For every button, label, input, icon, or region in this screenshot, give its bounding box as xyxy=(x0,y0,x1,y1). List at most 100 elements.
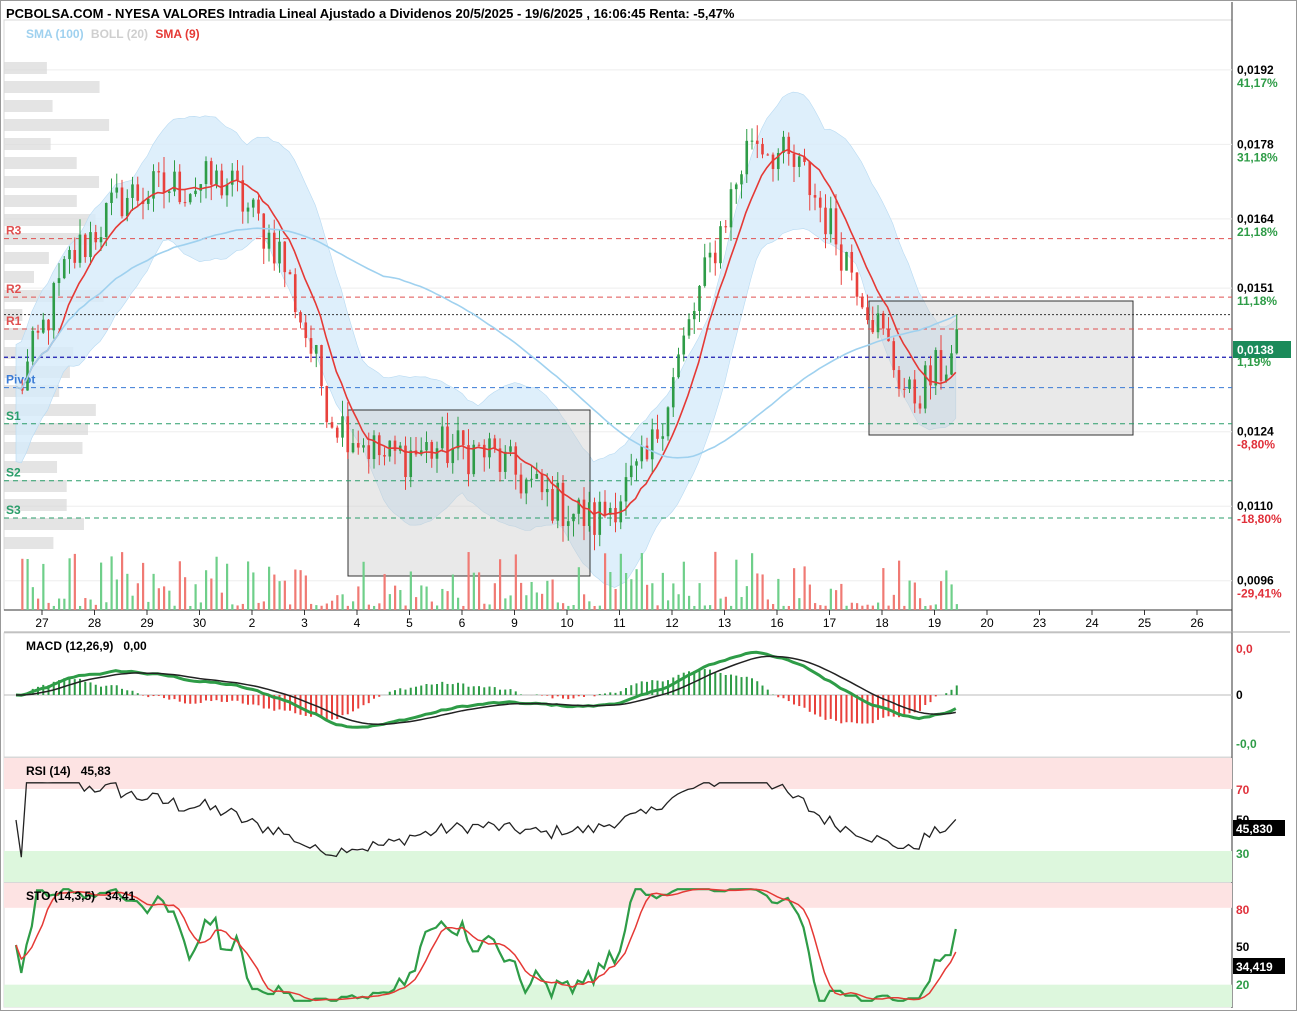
volume-bar xyxy=(635,569,638,610)
volume-bar xyxy=(357,586,360,610)
x-tick-label: 17 xyxy=(823,616,837,630)
macd-histogram-bar xyxy=(304,695,307,716)
volume-bar xyxy=(614,588,617,610)
macd-histogram-bar xyxy=(231,695,234,701)
x-tick-label: 26 xyxy=(1190,616,1204,630)
candle-body xyxy=(99,237,103,243)
volume-bar xyxy=(719,598,722,610)
candle-body xyxy=(524,479,528,494)
candle-body xyxy=(587,502,591,526)
macd-histogram-bar xyxy=(835,695,837,721)
macd-histogram-bar xyxy=(866,695,869,724)
volume-bar xyxy=(955,604,958,610)
volume-bar xyxy=(89,599,92,610)
candle-body xyxy=(136,184,140,201)
volume-bar xyxy=(478,572,481,610)
candle-body xyxy=(278,241,281,264)
volume-bar xyxy=(147,601,150,610)
pivot-label-s1: S1 xyxy=(6,409,21,423)
macd-histogram-bar xyxy=(425,684,428,695)
svg-text:SMA (100) BOLL (20) SM: SMA (100) BOLL (20) SMA (9) xyxy=(26,27,200,41)
price-tick-label: 0,0124 xyxy=(1237,425,1274,439)
price-tick-pct: 41,17% xyxy=(1237,76,1278,90)
macd-histogram-bar xyxy=(378,695,381,697)
candle-body xyxy=(73,249,77,263)
volume-bar xyxy=(903,605,906,610)
candle-body xyxy=(829,208,833,235)
volume-bar xyxy=(514,554,517,610)
volume-bar xyxy=(252,572,255,610)
macd-histogram-bar xyxy=(420,685,423,695)
volume-bar xyxy=(42,563,45,610)
candle-body xyxy=(304,322,308,339)
macd-histogram-bar xyxy=(467,686,470,695)
volume-bar xyxy=(493,583,496,610)
candle-body xyxy=(377,435,381,456)
volume-bar xyxy=(730,605,733,610)
macd-histogram-bar xyxy=(142,695,144,696)
macd-histogram-bar xyxy=(168,695,171,700)
volume-bar xyxy=(341,594,344,610)
sto-tick-80: 80 xyxy=(1236,903,1250,917)
macd-histogram-bar xyxy=(735,675,738,695)
rsi-tick-70: 70 xyxy=(1236,783,1250,797)
candle-body xyxy=(115,187,119,193)
volume-bar xyxy=(73,553,76,610)
volume-bar xyxy=(26,558,29,610)
volume-bar xyxy=(289,604,292,610)
volume-bar xyxy=(950,584,953,610)
volume-bar xyxy=(58,598,61,610)
candle-body xyxy=(409,450,413,478)
macd-histogram-bar xyxy=(535,694,538,695)
volume-bar xyxy=(378,603,381,610)
volume-bar xyxy=(924,605,927,610)
x-tick-label: 20 xyxy=(980,616,994,630)
volume-bar xyxy=(310,603,313,610)
volume-bar xyxy=(472,572,475,610)
candle-body xyxy=(425,441,428,451)
volume-bar xyxy=(546,580,549,610)
candle-body xyxy=(456,430,460,449)
volume-bar xyxy=(509,595,512,610)
volume-bar xyxy=(247,561,250,610)
volume-bar xyxy=(940,581,943,610)
candle-body xyxy=(31,330,35,362)
candle-body xyxy=(824,207,827,235)
volume-bar xyxy=(630,579,633,610)
volume-bar xyxy=(714,551,717,610)
candle-body xyxy=(52,283,56,331)
volume-bar xyxy=(189,605,192,610)
volume-bar xyxy=(163,586,166,610)
candle-body xyxy=(57,278,61,284)
macd-histogram-bar xyxy=(546,695,549,696)
volume-bar xyxy=(79,605,82,610)
volume-bar xyxy=(436,605,439,610)
volume-bar xyxy=(215,556,218,610)
price-tick-pct: -29,41% xyxy=(1237,587,1282,601)
volume-bar xyxy=(798,598,801,610)
price-tick-pct: 31,18% xyxy=(1237,150,1278,164)
volume-bar xyxy=(178,561,181,610)
macd-histogram-bar xyxy=(457,682,459,695)
x-tick-label: 23 xyxy=(1033,616,1047,630)
macd-histogram-bar xyxy=(399,688,402,695)
candle-body xyxy=(724,226,728,228)
volume-bar xyxy=(572,605,575,610)
candle-body xyxy=(204,161,208,185)
candle-body xyxy=(335,427,339,438)
volume-bar xyxy=(205,570,208,610)
volume-profile-bar xyxy=(4,138,51,150)
volume-bar xyxy=(856,603,859,610)
volume-profile-bar xyxy=(4,176,100,188)
volume-bar xyxy=(651,583,654,610)
volume-bar xyxy=(782,605,785,610)
volume-bar xyxy=(835,590,838,610)
x-tick-label: 27 xyxy=(35,616,49,630)
volume-bar xyxy=(226,563,229,610)
volume-bar xyxy=(593,605,596,610)
svg-text:RSI (14)45,83: RSI (14) 45,83 xyxy=(26,764,111,778)
candle-body xyxy=(839,244,843,271)
x-tick-label: 6 xyxy=(459,616,466,630)
candle-body xyxy=(167,191,171,193)
candle-body xyxy=(671,377,675,408)
